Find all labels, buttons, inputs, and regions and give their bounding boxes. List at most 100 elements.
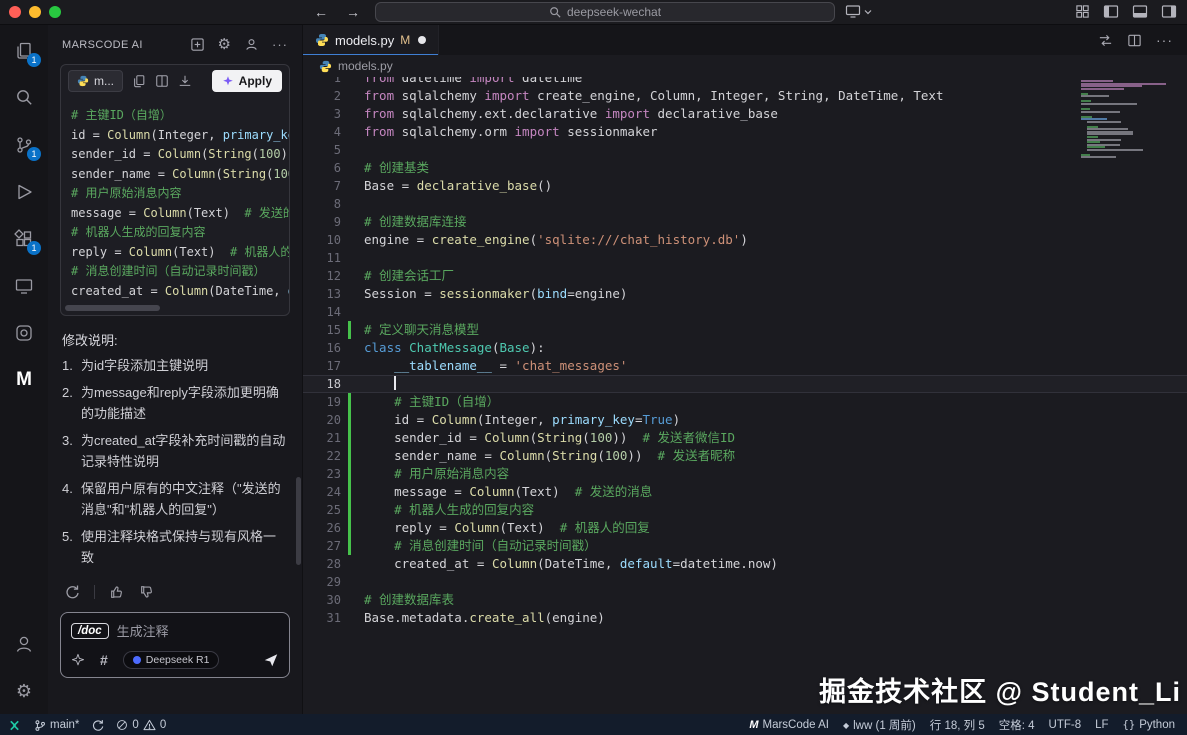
snippet-horizontal-scrollbar[interactable] xyxy=(63,304,287,313)
context-hash-icon[interactable]: # xyxy=(100,652,108,668)
sidebar-item-marscode-ai[interactable]: M xyxy=(0,356,48,403)
git-blame-status[interactable]: ◆ lww (1 周前) xyxy=(843,717,916,733)
new-session-icon[interactable] xyxy=(190,37,205,52)
copy-icon[interactable] xyxy=(132,74,146,88)
code-line-24[interactable]: 24 message = Column(Text) # 发送的消息 xyxy=(303,483,1187,501)
insert-at-cursor-icon[interactable] xyxy=(178,74,192,88)
code-line-19[interactable]: 19 # 主键ID（自增） xyxy=(303,393,1187,411)
scrollbar-thumb[interactable] xyxy=(65,305,160,311)
sidebar-item-remote-explorer[interactable] xyxy=(0,262,48,309)
code-line-20[interactable]: 20 id = Column(Integer, primary_key=True… xyxy=(303,411,1187,429)
panel-more-icon[interactable]: ··· xyxy=(272,40,288,50)
tab-models-py[interactable]: models.py M xyxy=(303,25,439,55)
code-line-17[interactable]: 17 __tablename__ = 'chat_messages' xyxy=(303,357,1187,375)
sidebar-item-run-debug[interactable] xyxy=(0,168,48,215)
code-line-15[interactable]: 15# 定义聊天消息模型 xyxy=(303,321,1187,339)
code-line-8[interactable]: 8 xyxy=(303,195,1187,213)
search-text: deepseek-wechat xyxy=(567,5,661,19)
code-line-26[interactable]: 26 reply = Column(Text) # 机器人的回复 xyxy=(303,519,1187,537)
code-line-27[interactable]: 27 # 消息创建时间（自动记录时间戳） xyxy=(303,537,1187,555)
marscode-logo-icon: M xyxy=(749,719,758,731)
grid-layout-icon[interactable] xyxy=(1075,4,1090,19)
apply-button[interactable]: Apply xyxy=(212,70,282,92)
chat-input-text[interactable]: 生成注释 xyxy=(117,621,169,640)
thumbs-up-icon[interactable] xyxy=(109,584,125,600)
toggle-secondary-sidebar-icon[interactable] xyxy=(1161,4,1177,19)
close-window-button[interactable] xyxy=(9,6,21,18)
code-line-7[interactable]: 7Base = declarative_base() xyxy=(303,177,1187,195)
send-icon[interactable] xyxy=(263,652,279,668)
sidebar-item-source-control[interactable]: 1 xyxy=(0,121,48,168)
command-center-search[interactable]: deepseek-wechat xyxy=(375,2,835,22)
code-line-5[interactable]: 5 xyxy=(303,141,1187,159)
marscode-status[interactable]: M MarsCode AI xyxy=(749,719,829,731)
code-line-18[interactable]: 18 xyxy=(303,375,1187,393)
minimap[interactable] xyxy=(1081,80,1173,159)
diff-view-icon[interactable] xyxy=(155,74,169,88)
toggle-panel-icon[interactable] xyxy=(1132,4,1148,19)
settings-button[interactable]: ⚙ xyxy=(0,667,48,714)
zoom-window-button[interactable] xyxy=(49,6,61,18)
branch-status[interactable]: main* xyxy=(34,719,79,732)
thumbs-down-icon[interactable] xyxy=(139,584,155,600)
code-line-14[interactable]: 14 xyxy=(303,303,1187,321)
code-line-4[interactable]: 4from sqlalchemy.orm import sessionmaker xyxy=(303,123,1187,141)
minimize-window-button[interactable] xyxy=(29,6,41,18)
breadcrumb[interactable]: models.py xyxy=(303,55,1187,77)
accounts-button[interactable] xyxy=(0,620,48,667)
code-line-1[interactable]: 1from datetime import datetime xyxy=(303,77,1187,87)
user-profile-icon[interactable] xyxy=(244,37,259,52)
breadcrumb-file[interactable]: models.py xyxy=(338,59,393,73)
eol-status[interactable]: LF xyxy=(1095,719,1108,731)
sidebar-scrollbar[interactable] xyxy=(296,477,301,565)
slash-command-chip[interactable]: /doc xyxy=(71,623,109,639)
code-line-28[interactable]: 28 created_at = Column(DateTime, default… xyxy=(303,555,1187,573)
encoding-status[interactable]: UTF-8 xyxy=(1049,719,1082,731)
sync-button[interactable] xyxy=(91,719,104,732)
split-editor-icon[interactable] xyxy=(1127,33,1142,48)
sidebar-item-extensions[interactable]: 1 xyxy=(0,215,48,262)
code-line-29[interactable]: 29 xyxy=(303,573,1187,591)
panel-settings-icon[interactable]: ⚙ xyxy=(218,37,231,52)
code-line-16[interactable]: 16class ChatMessage(Base): xyxy=(303,339,1187,357)
code-line-12[interactable]: 12# 创建会话工厂 xyxy=(303,267,1187,285)
code-line-21[interactable]: 21 sender_id = Column(String(100)) # 发送者… xyxy=(303,429,1187,447)
code-line-2[interactable]: 2from sqlalchemy import create_engine, C… xyxy=(303,87,1187,105)
ai-sparkle-icon[interactable] xyxy=(71,653,85,667)
code-line-6[interactable]: 6# 创建基类 xyxy=(303,159,1187,177)
code-line-3[interactable]: 3from sqlalchemy.ext.declarative import … xyxy=(303,105,1187,123)
editor-actions: ··· xyxy=(1098,25,1187,55)
unsaved-dot-icon[interactable] xyxy=(418,36,426,44)
more-actions-icon[interactable]: ··· xyxy=(1156,32,1173,48)
sidebar-item-containers[interactable] xyxy=(0,309,48,356)
code-line-13[interactable]: 13Session = sessionmaker(bind=engine) xyxy=(303,285,1187,303)
code-line-11[interactable]: 11 xyxy=(303,249,1187,267)
code-line-10[interactable]: 10engine = create_engine('sqlite:///chat… xyxy=(303,231,1187,249)
code-line-25[interactable]: 25 # 机器人生成的回复内容 xyxy=(303,501,1187,519)
code-line-31[interactable]: 31Base.metadata.create_all(engine) xyxy=(303,609,1187,627)
regenerate-icon[interactable] xyxy=(64,584,80,600)
compare-changes-icon[interactable] xyxy=(1098,33,1113,48)
sidebar-item-search[interactable] xyxy=(0,74,48,121)
back-button[interactable]: ← xyxy=(314,4,328,20)
activity-bar: 1 1 1 xyxy=(0,25,48,714)
chat-input-box[interactable]: /doc 生成注释 # Deepseek R1 xyxy=(60,612,290,678)
code-line-30[interactable]: 30# 创建数据库表 xyxy=(303,591,1187,609)
indentation-status[interactable]: 空格: 4 xyxy=(999,717,1035,733)
code-snippet-preview[interactable]: # 主键ID（自增）id = Column(Integer, primary_k… xyxy=(61,97,289,303)
language-mode-status[interactable]: {} Python xyxy=(1123,719,1175,731)
code-line-22[interactable]: 22 sender_name = Column(String(100)) # 发… xyxy=(303,447,1187,465)
problems-status[interactable]: 0 0 xyxy=(116,719,166,731)
cursor-position-status[interactable]: 行 18, 列 5 xyxy=(930,717,985,733)
code-editor[interactable]: 1from datetime import datetime2from sqla… xyxy=(303,77,1187,714)
code-line-9[interactable]: 9# 创建数据库连接 xyxy=(303,213,1187,231)
code-line-23[interactable]: 23 # 用户原始消息内容 xyxy=(303,465,1187,483)
snippet-file-chip[interactable]: m... xyxy=(68,70,123,92)
toggle-primary-sidebar-icon[interactable] xyxy=(1103,4,1119,19)
remote-indicator-icon[interactable] xyxy=(7,719,22,732)
forward-button[interactable]: → xyxy=(346,4,360,20)
screen-monitor-button[interactable] xyxy=(845,4,872,19)
model-selector[interactable]: Deepseek R1 xyxy=(123,651,220,669)
sidebar-item-explorer[interactable]: 1 xyxy=(0,27,48,74)
code-lines: 1from datetime import datetime2from sqla… xyxy=(303,77,1187,627)
